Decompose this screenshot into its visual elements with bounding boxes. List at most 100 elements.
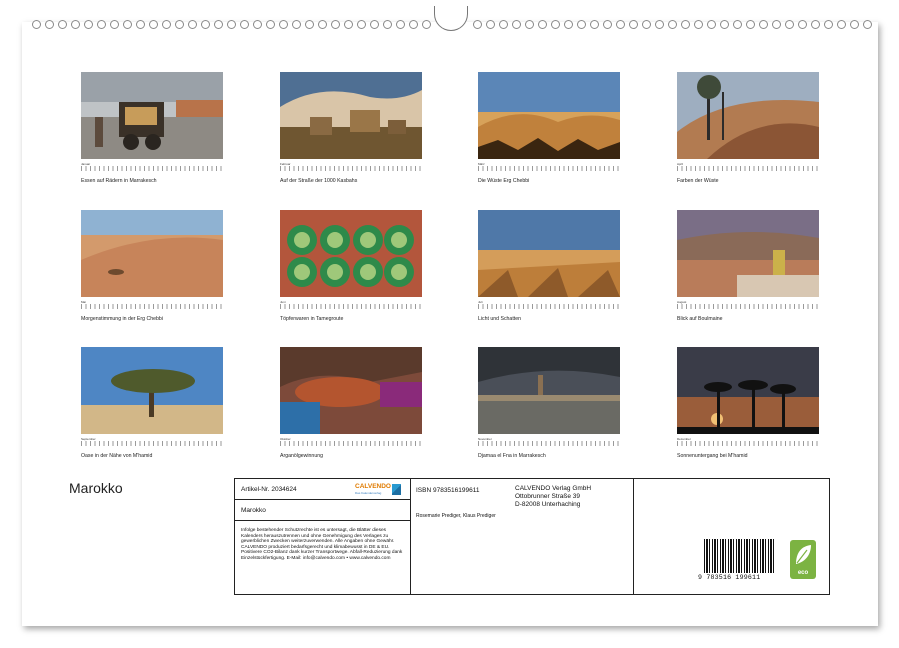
binding-ring <box>318 20 327 29</box>
binding-ring <box>603 20 612 29</box>
day-ticks <box>280 304 422 309</box>
binding-ring <box>84 20 93 29</box>
barcode-number: 9 783516 199611 <box>698 574 760 581</box>
binding-ring <box>707 20 716 29</box>
binding-ring <box>655 20 664 29</box>
month-photo-town <box>677 210 819 297</box>
calendar-title: Marokko <box>69 480 123 496</box>
month-photo-dunes <box>478 72 620 159</box>
binding-ring <box>175 20 184 29</box>
day-ticks <box>81 166 223 171</box>
day-ticks <box>677 441 819 446</box>
day-ticks <box>677 166 819 171</box>
brand-subtitle: Das Kalenderverlag <box>355 491 381 495</box>
month-day-strip: Dezember <box>677 437 819 447</box>
day-ticks <box>280 441 422 446</box>
info-column-left: Artikel-Nr. 2034624 CALVENDO Das Kalende… <box>235 479 411 594</box>
binding-ring <box>642 20 651 29</box>
brand-name: CALVENDO <box>355 483 391 490</box>
month-photo-square <box>478 347 620 434</box>
binding-ring <box>214 20 223 29</box>
month-caption: Blick auf Boulmaine <box>677 316 723 322</box>
month-photo-kasbah <box>280 72 422 159</box>
day-ticks <box>81 441 223 446</box>
month-photo-pottery <box>280 210 422 297</box>
binding-ring <box>629 20 638 29</box>
binding-ring <box>240 20 249 29</box>
binding-ring <box>97 20 106 29</box>
month-day-strip: August <box>677 300 819 310</box>
binding-ring <box>422 20 431 29</box>
binding-ring <box>668 20 677 29</box>
binding-ring <box>733 20 742 29</box>
calvendo-logo-icon <box>392 484 401 495</box>
day-ticks <box>478 166 620 171</box>
binding-ring <box>136 20 145 29</box>
month-day-strip: Oktober <box>280 437 422 447</box>
legal-notice: Infolge bestehender Schutzrechte ist es … <box>241 528 407 562</box>
eco-badge: eco <box>790 540 816 579</box>
month-photo-sunset <box>677 347 819 434</box>
authors: Rosemarie Prediger, Klaus Prediger <box>416 513 496 519</box>
binding-ring <box>746 20 755 29</box>
binding-ring <box>577 20 586 29</box>
month-photo-argan <box>280 347 422 434</box>
month-day-strip: Januar <box>81 162 223 172</box>
binding-ring <box>798 20 807 29</box>
binding-ring <box>551 20 560 29</box>
binding-ring <box>279 20 288 29</box>
leaf-icon <box>790 540 816 570</box>
binding-ring <box>837 20 846 29</box>
binding-ring <box>253 20 262 29</box>
month-day-strip: März <box>478 162 620 172</box>
month-caption: Auf der Straße der 1000 Kasbahs <box>280 178 357 184</box>
day-ticks <box>478 441 620 446</box>
binding-ring <box>188 20 197 29</box>
month-caption: Oase in der Nähe von M'hamid <box>81 453 152 459</box>
month-photo-acacia <box>81 347 223 434</box>
month-caption: Essen auf Rädern in Marrakesch <box>81 178 157 184</box>
binding-ring <box>71 20 80 29</box>
product-info-box: Artikel-Nr. 2034624 CALVENDO Das Kalende… <box>234 478 830 595</box>
binding-ring <box>110 20 119 29</box>
barcode <box>704 539 774 573</box>
month-day-strip: Juni <box>280 300 422 310</box>
binding-ring <box>694 20 703 29</box>
month-caption: Töpferwaren in Tamegroute <box>280 316 343 322</box>
publisher-city: D-82008 Unterhaching <box>515 501 580 508</box>
binding-ring <box>473 20 482 29</box>
article-row: Artikel-Nr. 2034624 CALVENDO Das Kalende… <box>235 479 410 500</box>
publisher-name: CALVENDO Verlag GmbH <box>515 485 591 492</box>
day-ticks <box>280 166 422 171</box>
article-number: Artikel-Nr. 2034624 <box>241 486 297 493</box>
info-column-middle: ISBN 9783516199611 CALVENDO Verlag GmbH … <box>411 479 634 594</box>
title-row: Marokko <box>235 500 410 521</box>
month-photo-market <box>81 72 223 159</box>
month-caption: Die Wüste Erg Chebbi <box>478 178 529 184</box>
binding-ring <box>590 20 599 29</box>
binding-ring <box>785 20 794 29</box>
day-ticks <box>81 304 223 309</box>
binding-ring <box>681 20 690 29</box>
binding-ring <box>564 20 573 29</box>
month-caption: Arganölgewinnung <box>280 453 323 459</box>
binding-ring <box>811 20 820 29</box>
binding-ring <box>616 20 625 29</box>
binding-ring <box>499 20 508 29</box>
binding-ring <box>162 20 171 29</box>
month-photo-desert-tree <box>677 72 819 159</box>
month-caption: Morgenstimmung in der Erg Chebbi <box>81 316 163 322</box>
isbn: ISBN 9783516199611 <box>416 487 480 494</box>
binding-ring <box>720 20 729 29</box>
month-photo-morning-dune <box>81 210 223 297</box>
product-title: Marokko <box>241 507 266 514</box>
binding-ring <box>201 20 210 29</box>
publisher-street: Ottobrunner Straße 39 <box>515 493 580 500</box>
day-ticks <box>677 304 819 309</box>
binding-ring <box>123 20 132 29</box>
month-caption: Sonnenuntergang bei M'hamid <box>677 453 748 459</box>
month-photo-shadows <box>478 210 620 297</box>
info-column-right: 9 783516 199611 eco <box>634 479 828 594</box>
binding-ring <box>266 20 275 29</box>
binding-ring <box>227 20 236 29</box>
